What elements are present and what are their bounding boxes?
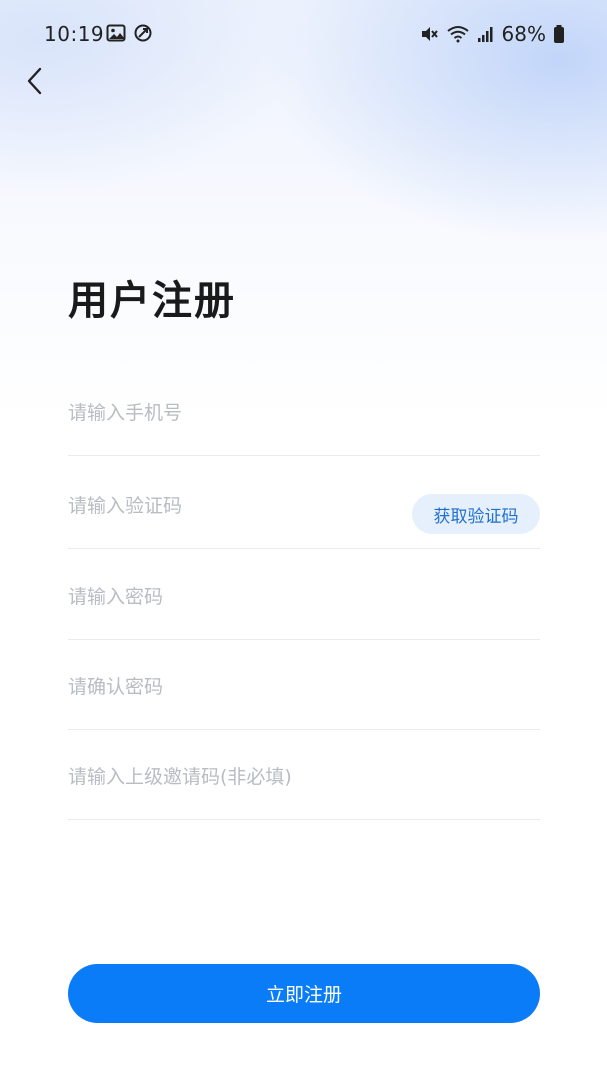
verification-code-field: 获取验证码 bbox=[68, 459, 540, 549]
status-right-icons: 68% bbox=[419, 22, 565, 46]
register-button[interactable]: 立即注册 bbox=[68, 964, 540, 1023]
image-icon bbox=[106, 23, 126, 43]
status-left-icons bbox=[106, 23, 153, 43]
chevron-left-icon bbox=[22, 64, 50, 98]
password-field bbox=[68, 550, 540, 640]
phone-input[interactable] bbox=[68, 366, 540, 455]
invite-code-input[interactable] bbox=[68, 730, 540, 819]
signal-icon bbox=[477, 25, 495, 43]
battery-icon bbox=[553, 24, 565, 44]
confirm-password-field bbox=[68, 640, 540, 730]
get-code-button[interactable]: 获取验证码 bbox=[412, 494, 540, 534]
data-saver-icon bbox=[133, 23, 153, 43]
phone-field bbox=[68, 366, 540, 456]
back-button[interactable] bbox=[22, 64, 50, 98]
confirm-password-input[interactable] bbox=[68, 640, 540, 729]
password-input[interactable] bbox=[68, 550, 540, 639]
status-time: 10:19 bbox=[44, 22, 105, 46]
mute-icon bbox=[419, 24, 439, 44]
page-title: 用户注册 bbox=[68, 278, 236, 324]
invite-code-field bbox=[68, 730, 540, 820]
battery-percent: 68% bbox=[501, 22, 546, 46]
status-bar: 10:19 68% bbox=[0, 0, 607, 68]
verification-code-input[interactable] bbox=[68, 459, 398, 548]
wifi-icon bbox=[446, 24, 470, 44]
